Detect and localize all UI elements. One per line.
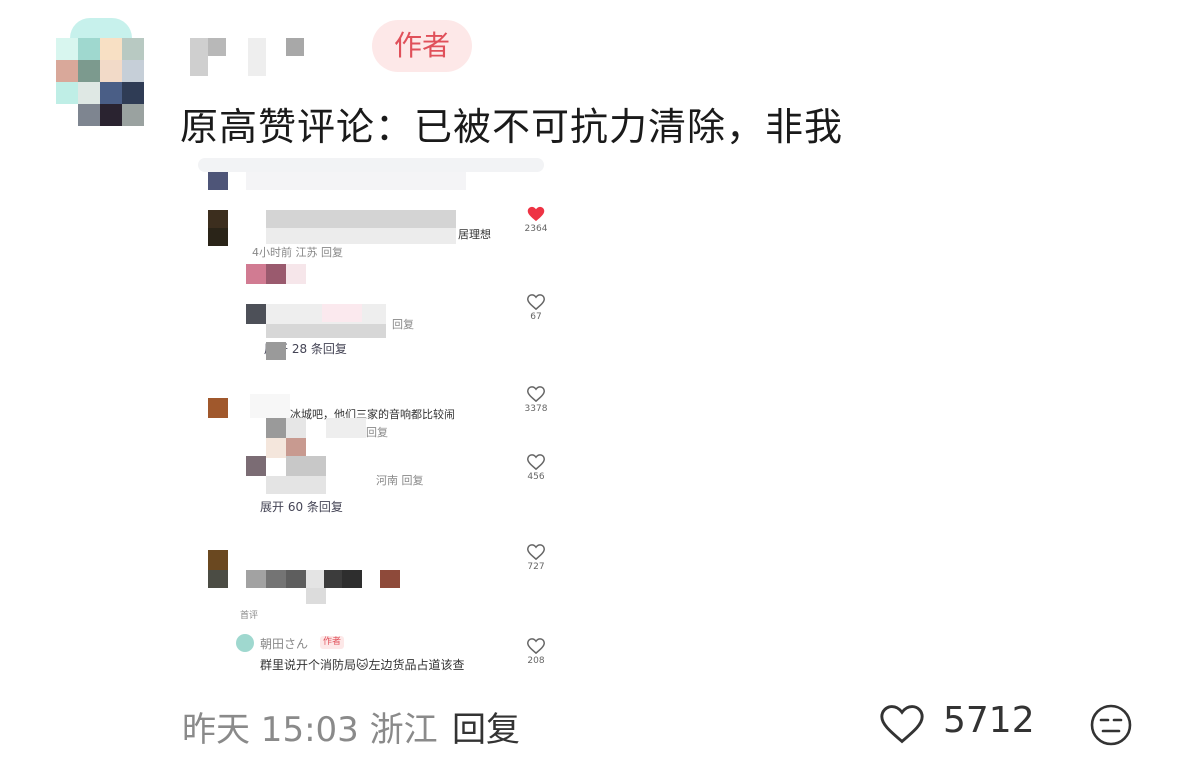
- embedded-avatar: [208, 210, 228, 228]
- avatar-tile: [78, 38, 100, 60]
- emoji-button[interactable]: [1088, 702, 1134, 748]
- username-tile: [190, 38, 208, 76]
- like-count: 5712: [943, 700, 1035, 741]
- comment-meta: 昨天 15:03 浙江: [182, 710, 438, 750]
- embedded-blur: [322, 304, 362, 322]
- embedded-like-count: 727: [527, 562, 545, 572]
- avatar-tile: [56, 38, 78, 60]
- embedded-like-count: 2364: [524, 224, 548, 234]
- author-badge: 作者: [372, 20, 472, 72]
- embedded-blur: [306, 570, 326, 588]
- embedded-blur: [266, 418, 286, 438]
- heart-filled-icon: [527, 206, 545, 222]
- embedded-author-name: 朝田さん: [260, 637, 309, 651]
- embedded-like-count: 208: [527, 656, 545, 666]
- embedded-blur: [306, 588, 326, 604]
- first-comment-label: 首评: [240, 611, 259, 621]
- avatar-tile: [78, 82, 100, 104]
- embedded-blur: [266, 264, 286, 284]
- embedded-blur: [266, 210, 456, 228]
- embedded-blur: [266, 570, 286, 588]
- reply-button[interactable]: 回复: [452, 702, 520, 751]
- embedded-like[interactable]: 67: [516, 294, 556, 322]
- embedded-comment-meta: 回复: [366, 426, 388, 439]
- avatar-tile: [100, 38, 122, 60]
- embedded-avatar: [208, 398, 228, 418]
- embedded-blur: [342, 570, 362, 588]
- avatar-tile: [100, 60, 122, 82]
- avatar-tile: [122, 38, 144, 60]
- embedded-blur: [380, 570, 400, 588]
- embedded-blur: [326, 418, 366, 438]
- embedded-blur: [250, 394, 290, 418]
- embedded-screenshot: 居理想 4小时前 江苏 回复 2364 回复 67 展开 28 条回复 冰城吧，…: [190, 158, 560, 678]
- avatar-tile: [78, 104, 100, 126]
- embedded-like[interactable]: 727: [516, 544, 556, 572]
- embedded-like-count: 67: [530, 312, 542, 322]
- avatar-tile: [100, 82, 122, 104]
- avatar-tile: [100, 104, 122, 126]
- avatar-tile: [122, 60, 144, 82]
- embedded-like[interactable]: 456: [516, 454, 556, 482]
- embedded-reply-meta: 回复: [392, 318, 414, 331]
- avatar-tile: [122, 82, 144, 104]
- embedded-avatar: [208, 570, 228, 588]
- embedded-comment-text: 居理想: [458, 228, 491, 241]
- username-censored[interactable]: [190, 38, 310, 76]
- expand-replies[interactable]: 展开 60 条回复: [260, 498, 343, 515]
- avatar[interactable]: [52, 14, 150, 132]
- embedded-blur: [324, 570, 344, 588]
- embedded-search-bar: [198, 158, 544, 172]
- embedded-blur: [266, 476, 326, 494]
- embedded-blur: [286, 570, 306, 588]
- embedded-like-count: 456: [527, 472, 545, 482]
- avatar-tile: [56, 60, 78, 82]
- embedded-blur: [286, 418, 306, 438]
- heart-outline-icon: [527, 638, 545, 654]
- embedded-author-reply: 群里说开个消防局🐱左边货品占道该查: [260, 658, 465, 672]
- embedded-blur: [266, 324, 386, 338]
- embedded-author-tag: 作者: [320, 636, 345, 649]
- username-tile: [208, 38, 226, 56]
- avatar-tile: [56, 82, 78, 104]
- embedded-blur: [286, 438, 306, 458]
- embedded-blur: [286, 264, 306, 284]
- embedded-reply-meta: 河南 回复: [376, 474, 424, 487]
- heart-outline-icon: [527, 454, 545, 470]
- embedded-blur: [246, 264, 266, 284]
- embedded-like[interactable]: 2364: [516, 206, 556, 234]
- heart-outline-icon: [527, 294, 545, 310]
- embedded-blur: [246, 172, 466, 190]
- embedded-like[interactable]: 3378: [516, 386, 556, 414]
- embedded-avatar: [246, 304, 266, 324]
- avatar-tile: [122, 104, 144, 126]
- embedded-blur: [246, 570, 266, 588]
- like-button[interactable]: [880, 704, 924, 744]
- embedded-like-count: 3378: [524, 404, 548, 414]
- embedded-avatar: [208, 228, 228, 246]
- embedded-blur: [266, 438, 286, 458]
- heart-outline-icon: [527, 544, 545, 560]
- avatar-tile: [78, 60, 100, 82]
- embedded-comment-text: 冰城吧，他们三家的音响都比较闹: [290, 408, 455, 421]
- embedded-blur: [286, 456, 326, 476]
- heart-outline-icon: [527, 386, 545, 402]
- heart-outline-icon: [880, 705, 924, 744]
- embedded-comment-meta: 4小时前 江苏 回复: [252, 246, 343, 259]
- embedded-like[interactable]: 208: [516, 638, 556, 666]
- username-tile: [286, 38, 304, 56]
- embedded-avatar: [246, 456, 266, 476]
- embedded-blur: [266, 228, 456, 244]
- embedded-author-avatar: [236, 634, 254, 652]
- embedded-avatar: [208, 550, 228, 570]
- avatar-tile: [70, 18, 132, 38]
- embedded-blur: [266, 342, 286, 360]
- neutral-face-icon: [1090, 704, 1132, 746]
- embedded-avatar: [208, 172, 228, 190]
- comment-text: 原高赞评论：已被不可抗力清除，非我: [180, 105, 844, 149]
- username-tile: [248, 38, 266, 76]
